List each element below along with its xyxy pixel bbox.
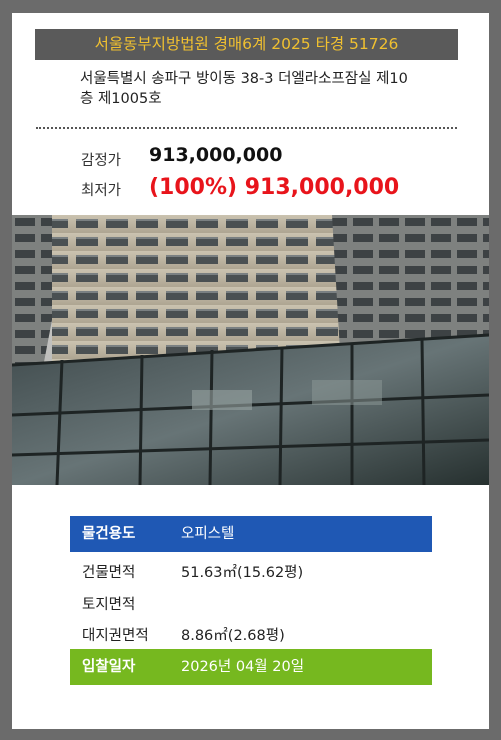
building-photo [12,215,489,485]
bid-date-row: 입찰일자 2026년 04월 20일 [70,649,432,685]
dotted-divider [36,127,457,129]
minimum-price-value: (100%) 913,000,000 [149,175,400,200]
bid-date-label: 입찰일자 [82,659,136,675]
appraised-price-value: 913,000,000 [149,144,283,166]
auction-card[interactable]: 서울동부지방법원 경매6계 2025 타경 51726 서울특별시 송파구 방이… [12,13,489,729]
building-area-row: 건물면적 51.63㎡(15.62평) [70,555,432,591]
appraised-price-label: 감정가 [81,153,122,169]
court-case-header: 서울동부지방법원 경매6계 2025 타경 51726 [35,29,458,60]
bid-date-value: 2026년 04월 20일 [181,659,305,675]
address-line-1: 서울특별시 송파구 방이동 38-3 더엘라소프잠실 제10 [80,71,408,87]
building-area-value: 51.63㎡(15.62평) [181,565,304,581]
property-type-label: 물건용도 [82,526,136,542]
property-address: 서울특별시 송파구 방이동 38-3 더엘라소프잠실 제10 층 제1005호 [80,69,480,109]
minimum-price-label: 최저가 [81,183,122,199]
property-type-row: 물건용도 오피스텔 [70,516,432,552]
property-type-value: 오피스텔 [181,526,235,542]
building-area-label: 건물면적 [82,565,136,581]
address-line-2: 층 제1005호 [80,91,162,107]
